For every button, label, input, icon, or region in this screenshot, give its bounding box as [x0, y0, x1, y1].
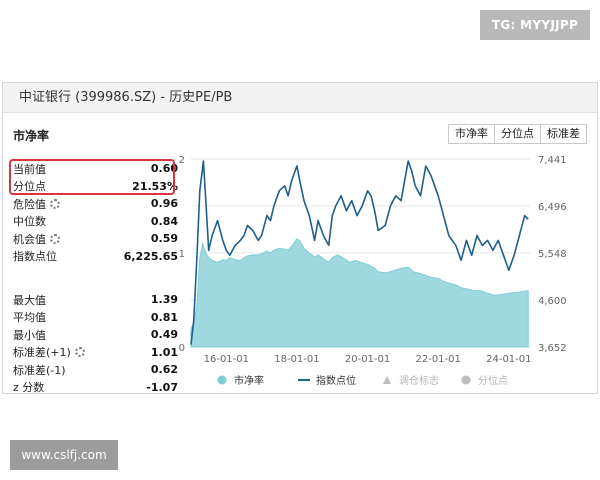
y-right-tick-label: 5,548 [538, 249, 567, 260]
y-right-tick-label: 4,600 [538, 296, 567, 307]
x-tick-label: 24-01-01 [486, 354, 531, 365]
legend-marker[interactable] [461, 375, 471, 385]
watermark-top: TG: MYYJJPP [480, 10, 590, 40]
watermark-bottom: www.cslfj.com [10, 440, 118, 470]
y-right-tick-label: 7,441 [538, 155, 567, 166]
y-right-tick-label: 6,496 [538, 202, 567, 213]
legend-item-label: 指数点位 [316, 374, 356, 387]
legend-marker[interactable] [217, 375, 227, 385]
pb-chart: 0 1 2 3,652 4,600 5,548 6,496 7,441 16-01-01 18-0… [179, 155, 567, 387]
legend-item-label: 分位点 [478, 374, 508, 387]
y-left-tick-label: 2 [179, 155, 185, 166]
legend-marker[interactable] [383, 376, 391, 384]
y-left-tick-label: 1 [179, 249, 185, 260]
x-tick-label: 16-01-01 [204, 354, 249, 365]
pb-area-series [190, 238, 529, 348]
x-tick-label: 20-01-01 [345, 354, 390, 365]
legend-item-label: 市净率 [234, 374, 264, 387]
legend-item-label: 调仓标志 [399, 374, 439, 387]
x-tick-label: 22-01-01 [415, 354, 460, 365]
y-left-tick-label: 0 [179, 343, 185, 354]
x-tick-label: 18-01-01 [274, 354, 319, 365]
pb-history-panel: 中证银行 (399986.SZ) - 历史PE/PB 市净率 市净率 分位点 标… [2, 82, 598, 394]
y-right-tick-label: 3,652 [538, 343, 567, 354]
